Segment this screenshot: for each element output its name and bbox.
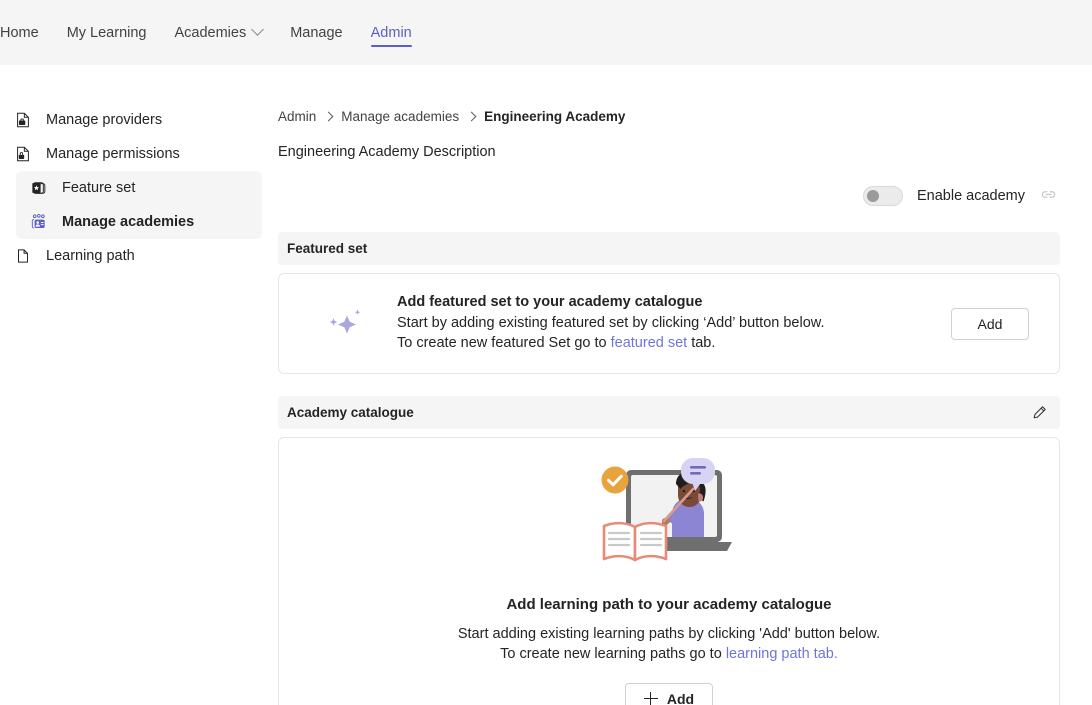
breadcrumb-item-admin[interactable]: Admin	[278, 109, 316, 124]
academy-catalogue-line-1: Start adding existing learning paths by …	[457, 626, 881, 642]
featured-set-line-1: Start by adding existing featured set by…	[397, 315, 825, 331]
sparkle-icon	[315, 303, 379, 345]
sidebar-item-manage-permissions[interactable]: Manage permissions	[0, 137, 278, 171]
pencil-icon[interactable]	[1031, 404, 1048, 421]
enable-academy-row: Enable academy	[278, 182, 1060, 210]
breadcrumb-item-current: Engineering Academy	[484, 109, 626, 124]
nav-item-manage[interactable]: Manage	[276, 0, 356, 65]
nav-item-label: My Learning	[66, 24, 147, 41]
academy-catalogue-header-label: Academy catalogue	[287, 405, 414, 420]
sidebar-item-manage-academies[interactable]: Manage academies	[16, 205, 262, 239]
featured-set-text-block: Add featured set to your academy catalog…	[379, 294, 951, 353]
people-group-icon	[30, 213, 48, 231]
sidebar-item-manage-providers[interactable]: Manage providers	[0, 103, 278, 137]
academy-catalogue-line-2: To create new learning paths go to learn…	[279, 644, 1059, 664]
main-content: Admin Manage academies Engineering Acade…	[278, 65, 1092, 705]
nav-item-admin[interactable]: Admin	[357, 0, 426, 65]
link-icon[interactable]	[1039, 185, 1058, 207]
chevron-down-icon	[251, 23, 265, 36]
academy-catalogue-empty-card: Add learning path to your academy catalo…	[278, 437, 1060, 705]
stacked-cards-star-icon	[30, 179, 48, 197]
featured-set-line-2-suffix: tab.	[687, 335, 716, 351]
academy-description: Engineering Academy Description	[278, 144, 496, 160]
breadcrumb-item-manage-academies[interactable]: Manage academies	[341, 109, 459, 124]
featured-set-empty-card: Add featured set to your academy catalog…	[278, 273, 1060, 374]
teacher-laptop-book-illustration	[279, 458, 1059, 578]
sidebar-item-label: Manage academies	[62, 214, 195, 230]
featured-set-link[interactable]: featured set	[611, 335, 688, 351]
breadcrumb: Admin Manage academies Engineering Acade…	[278, 65, 1060, 124]
nav-item-label: Academies	[174, 24, 247, 41]
academy-catalogue-line-2-prefix: To create new learning paths go to	[500, 646, 726, 662]
chevron-right-icon	[323, 111, 334, 122]
nav-item-label: Admin	[370, 24, 412, 41]
plus-icon	[643, 692, 658, 705]
document-briefcase-icon	[14, 111, 32, 129]
featured-set-line-2: To create new featured Set go to feature…	[397, 333, 951, 353]
sidebar-highlight-group: Feature set Manage academies	[16, 171, 262, 239]
sidebar-item-label: Manage permissions	[46, 146, 180, 162]
page-icon	[14, 247, 32, 265]
add-learning-path-label: Add	[666, 691, 695, 705]
sidebar-item-feature-set[interactable]: Feature set	[16, 171, 262, 205]
featured-set-header-label: Featured set	[287, 241, 368, 256]
sidebar: Manage providers Manage permissions Feat…	[0, 65, 278, 705]
sidebar-item-label: Feature set	[62, 180, 136, 196]
nav-item-home[interactable]: Home	[0, 0, 53, 65]
sidebar-item-label: Manage providers	[46, 112, 163, 128]
active-tab-underline	[370, 45, 412, 47]
enable-academy-toggle[interactable]	[862, 186, 903, 206]
featured-set-section-header: Featured set	[278, 232, 1060, 265]
chevron-right-icon	[466, 111, 477, 122]
academy-catalogue-section-header: Academy catalogue	[278, 396, 1060, 429]
nav-item-label: Manage	[290, 24, 343, 41]
sidebar-item-learning-path[interactable]: Learning path	[0, 239, 278, 273]
nav-item-label: Home	[0, 24, 39, 41]
add-learning-path-button[interactable]: Add	[624, 683, 714, 705]
nav-item-academies[interactable]: Academies	[160, 0, 276, 65]
sidebar-item-label: Learning path	[46, 248, 135, 264]
academy-catalogue-title: Add learning path to your academy catalo…	[506, 596, 832, 613]
top-navigation-bar: Home My Learning Academies Manage Admin	[0, 0, 1092, 65]
nav-item-my-learning[interactable]: My Learning	[53, 0, 161, 65]
featured-set-line-2-prefix: To create new featured Set go to	[397, 335, 611, 351]
add-featured-set-button[interactable]: Add	[951, 307, 1029, 340]
featured-set-title: Add featured set to your academy catalog…	[397, 294, 703, 310]
enable-academy-label: Enable academy	[916, 188, 1025, 204]
document-lock-icon	[14, 145, 32, 163]
toggle-knob	[866, 190, 879, 202]
academy-catalogue-link[interactable]: learning path tab.	[726, 646, 838, 662]
